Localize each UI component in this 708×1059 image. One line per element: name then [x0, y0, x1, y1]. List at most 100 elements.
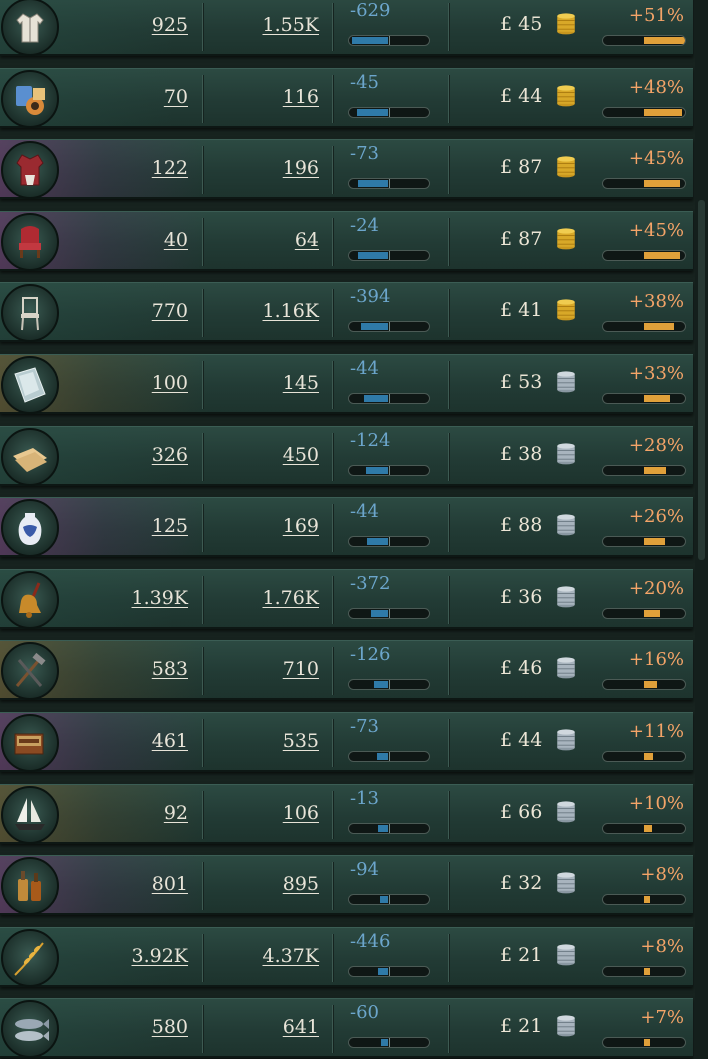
groceries-icon[interactable]: [1, 69, 59, 128]
gold-coins-icon: [557, 299, 575, 321]
supply-value[interactable]: 1.39K: [90, 585, 189, 611]
demand-value[interactable]: 450: [220, 442, 319, 468]
column-divider: [332, 862, 333, 911]
paper-icon[interactable]: [1, 427, 59, 486]
supply-value[interactable]: 100: [90, 370, 188, 396]
tobacco-box-icon[interactable]: [1, 714, 59, 772]
market-row[interactable]: 3.92K 4.37K -446 £ 21 +8%: [0, 926, 693, 987]
balance-bar-midpoint: [389, 179, 390, 189]
column-divider: [202, 146, 203, 195]
demand-value[interactable]: 710: [220, 656, 319, 682]
market-row[interactable]: 122 196 -73 £ 87 +45%: [0, 139, 693, 200]
demand-value[interactable]: 116: [220, 84, 319, 110]
market-row[interactable]: 461 535 -73 £ 44 +11%: [0, 712, 693, 772]
balance-value: -629: [350, 0, 391, 21]
market-row[interactable]: 100 145 -44 £ 53 +33%: [0, 354, 693, 414]
furniture-icon[interactable]: [1, 284, 59, 343]
supply-value[interactable]: 580: [90, 1014, 188, 1040]
market-row[interactable]: 70 116 -45 £ 44 +48%: [0, 67, 693, 128]
market-row[interactable]: 925 1.55K -629 £ 45 +51%: [0, 0, 693, 56]
column-divider: [448, 575, 449, 624]
price-change-value: +38%: [628, 291, 684, 313]
demand-value[interactable]: 106: [220, 800, 319, 826]
liquor-bottles-icon[interactable]: [1, 857, 59, 916]
demand-value[interactable]: 64: [220, 227, 319, 253]
clipper-ship-icon[interactable]: [1, 785, 59, 844]
luxury-furniture-icon[interactable]: [1, 212, 59, 271]
balance-bar-midpoint: [389, 537, 390, 547]
supply-value[interactable]: 583: [90, 656, 188, 682]
balance-bar-fill: [358, 180, 388, 188]
demand-value[interactable]: 196: [220, 155, 319, 181]
silver-coins-icon: [557, 371, 575, 393]
supply-value[interactable]: 92: [90, 800, 188, 826]
column-divider: [448, 719, 449, 767]
column-divider: [332, 289, 333, 338]
balance-bar: [348, 894, 430, 906]
balance-bar-midpoint: [389, 465, 390, 475]
supply-value[interactable]: 326: [90, 442, 188, 468]
price-change-bar-fill: [644, 753, 653, 760]
column-divider: [332, 719, 333, 767]
column-divider: [202, 3, 203, 51]
silver-coins-icon: [557, 944, 575, 966]
column-divider: [448, 361, 449, 409]
supply-value[interactable]: 40: [90, 227, 188, 253]
market-row[interactable]: 40 64 -24 £ 87 +45%: [0, 210, 693, 271]
tools-icon[interactable]: [1, 642, 59, 701]
balance-bar-midpoint: [389, 107, 390, 117]
grain-icon[interactable]: [1, 928, 59, 987]
porcelain-icon[interactable]: [1, 499, 59, 558]
balance-bar-fill: [361, 323, 388, 331]
price-change-bar: [602, 751, 686, 762]
price-value: £ 44: [500, 729, 543, 751]
scrollbar-thumb[interactable]: [698, 200, 705, 560]
supply-value[interactable]: 461: [90, 728, 188, 754]
price-change-value: +16%: [628, 649, 684, 671]
demand-value[interactable]: 1.55K: [220, 12, 320, 38]
price-change-bar-fill: [644, 824, 652, 832]
supply-value[interactable]: 925: [90, 12, 188, 38]
supply-value[interactable]: 801: [90, 871, 188, 897]
market-row[interactable]: 326 450 -124 £ 38 +28%: [0, 425, 693, 486]
supply-value[interactable]: 125: [90, 513, 188, 539]
luxury-clothes-icon[interactable]: [1, 141, 59, 200]
market-row[interactable]: 801 895 -94 £ 32 +8%: [0, 855, 693, 916]
demand-value[interactable]: 641: [220, 1014, 319, 1040]
price-change-bar-fill: [644, 538, 665, 546]
clothes-icon[interactable]: [1, 0, 59, 56]
balance-bar-fill: [374, 681, 388, 689]
demand-value[interactable]: 535: [220, 728, 319, 754]
supply-value[interactable]: 3.92K: [90, 943, 189, 969]
market-row[interactable]: 125 169 -44 £ 88 +26%: [0, 497, 693, 558]
demand-value[interactable]: 895: [220, 871, 319, 897]
column-divider: [332, 432, 333, 481]
market-row[interactable]: 1.39K 1.76K -372 £ 36 +20%: [0, 568, 693, 629]
silver-coins-icon: [557, 657, 575, 679]
demand-value[interactable]: 169: [220, 513, 319, 539]
column-divider: [202, 719, 203, 767]
price-change-bar: [602, 249, 686, 261]
services-bell-icon[interactable]: [1, 570, 59, 629]
market-row[interactable]: 770 1.16K -394 £ 41 +38%: [0, 282, 693, 343]
demand-value[interactable]: 1.76K: [220, 585, 320, 611]
balance-bar-fill: [366, 466, 388, 474]
glass-icon[interactable]: [1, 356, 59, 414]
column-divider: [332, 146, 333, 195]
balance-bar-fill: [380, 896, 388, 904]
supply-value[interactable]: 122: [90, 155, 188, 181]
balance-bar-fill: [352, 37, 388, 44]
fish-icon[interactable]: [1, 1000, 59, 1059]
gold-coins-icon: [557, 228, 575, 250]
demand-value[interactable]: 1.16K: [220, 298, 320, 324]
demand-value[interactable]: 145: [220, 370, 319, 396]
supply-value[interactable]: 770: [90, 298, 188, 324]
column-divider: [202, 289, 203, 338]
market-row[interactable]: 583 710 -126 £ 46 +16%: [0, 640, 693, 701]
scrollbar[interactable]: [695, 0, 708, 1059]
market-row[interactable]: 92 106 -13 £ 66 +10%: [0, 783, 693, 844]
price-value: £ 53: [500, 371, 543, 393]
demand-value[interactable]: 4.37K: [220, 943, 320, 969]
supply-value[interactable]: 70: [90, 84, 188, 110]
market-row[interactable]: 580 641 -60 £ 21 +7%: [0, 998, 693, 1059]
